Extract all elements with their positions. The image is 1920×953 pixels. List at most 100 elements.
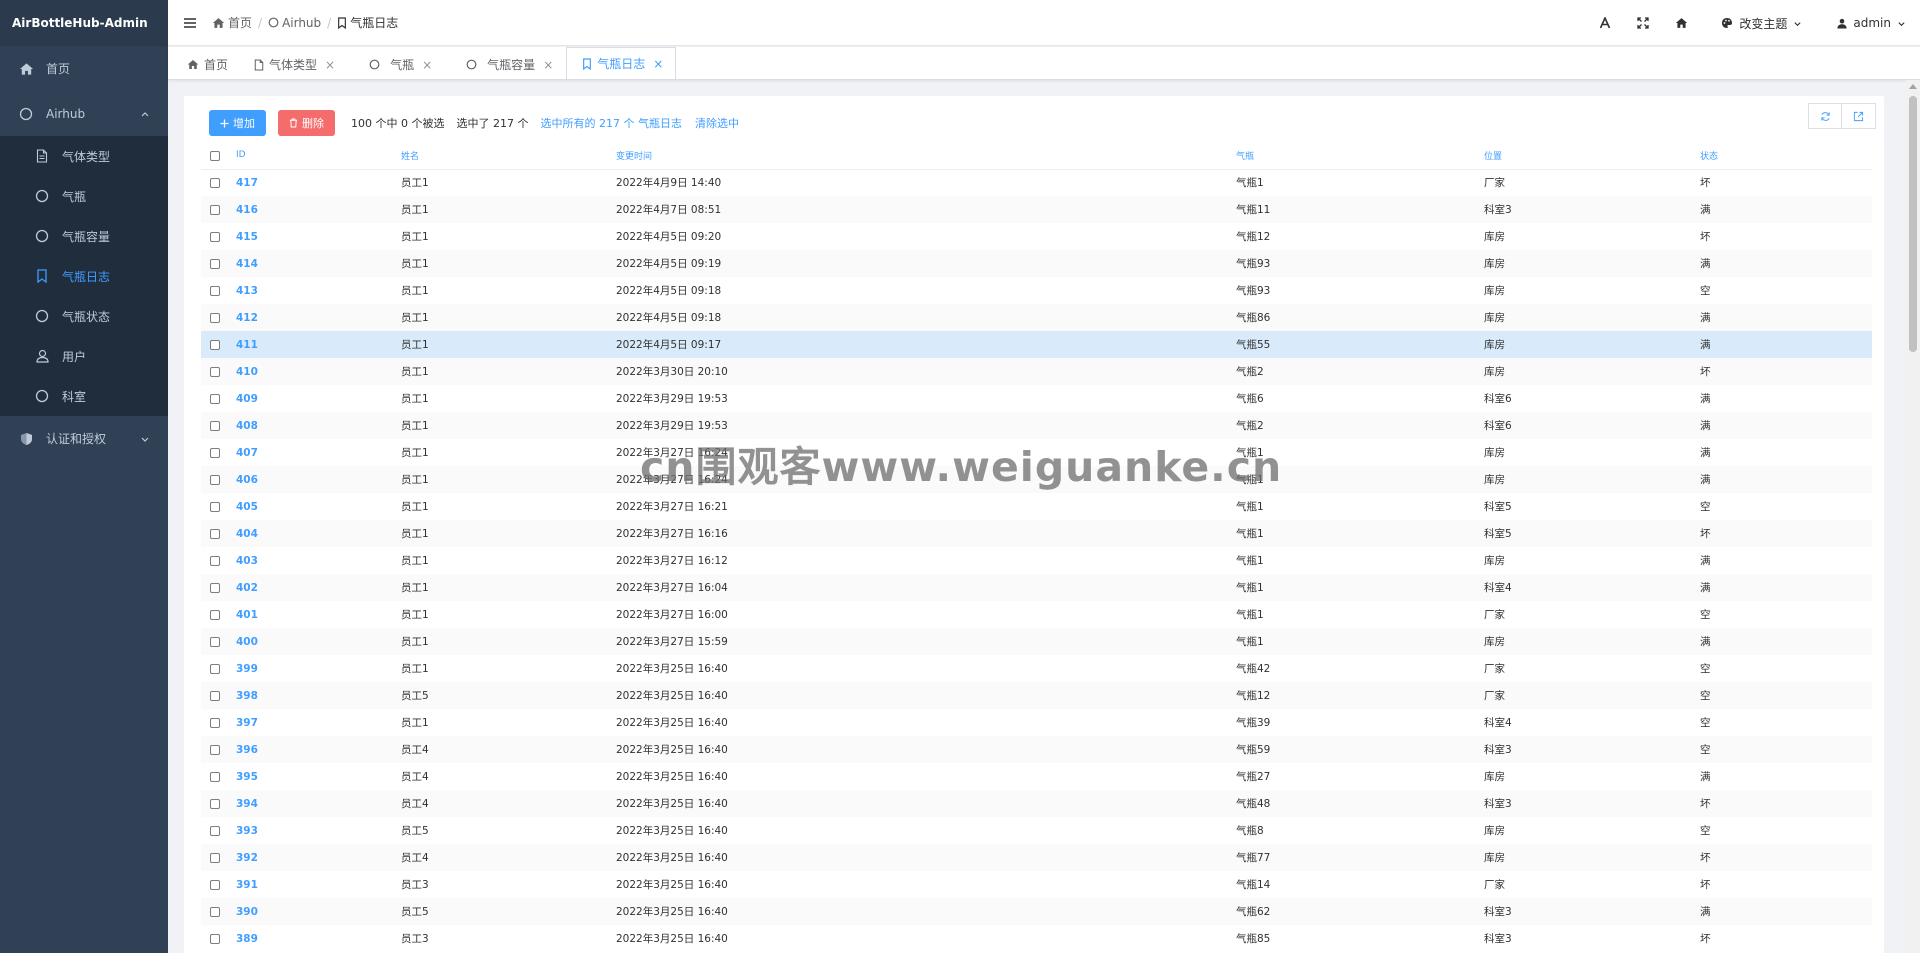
row-checkbox[interactable] (210, 285, 220, 296)
close-icon[interactable]: × (543, 58, 553, 72)
table-row[interactable]: 409 员工1 2022年3月29日 19:53 气瓶6 科室6 满 (201, 385, 1872, 412)
row-checkbox[interactable] (210, 339, 220, 350)
cell-id[interactable]: 415 (227, 223, 392, 250)
row-checkbox[interactable] (210, 366, 220, 377)
theme-dropdown[interactable]: 改变主题 (1701, 0, 1824, 46)
table-row[interactable]: 406 员工1 2022年3月27日 16:24 气瓶1 库房满 (201, 466, 1872, 493)
user-dropdown[interactable]: admin (1824, 0, 1920, 46)
table-row[interactable]: 402 员工1 2022年3月27日 16:04 气瓶1 科室4 满 (201, 574, 1872, 601)
cell-id[interactable]: 391 (227, 871, 392, 898)
row-checkbox[interactable] (210, 177, 220, 188)
table-row[interactable]: 407 员工1 2022年3月27日 16:24 气瓶1 库房 满 (201, 439, 1872, 466)
row-checkbox[interactable] (210, 258, 220, 269)
column-header-id[interactable]: ID (227, 142, 392, 170)
cell-id[interactable]: 389 (227, 925, 392, 952)
cell-id[interactable]: 392 (227, 844, 392, 871)
close-icon[interactable]: × (325, 58, 335, 72)
table-row[interactable]: 416 员工1 2022年4月7日 08:51 气瓶11 科室3 满 (201, 196, 1872, 223)
tab-home[interactable]: 首页 (174, 49, 241, 79)
row-checkbox[interactable] (210, 879, 220, 890)
sidebar-item-user[interactable]: 用户 (0, 336, 168, 376)
row-checkbox[interactable] (210, 501, 220, 512)
cell-id[interactable]: 404 (227, 520, 392, 547)
cell-id[interactable]: 403 (227, 547, 392, 574)
table-row[interactable]: 393 员工5 2022年3月25日 16:40 气瓶8 库房 空 (201, 817, 1872, 844)
sidebar-item-bottle-log[interactable]: 气瓶日志 (0, 256, 168, 296)
cell-id[interactable]: 408 (227, 412, 392, 439)
font-size-button[interactable] (1586, 0, 1624, 46)
close-icon[interactable]: × (653, 57, 663, 71)
table-row[interactable]: 403 员工1 2022年3月27日 16:12 气瓶1 库房 满 (201, 547, 1872, 574)
row-checkbox[interactable] (210, 582, 220, 593)
row-checkbox[interactable] (210, 852, 220, 863)
select-all-checkbox[interactable] (210, 150, 220, 161)
add-button[interactable]: 增加 (209, 110, 266, 136)
cell-id[interactable]: 405 (227, 493, 392, 520)
column-header-location[interactable]: 位置 (1475, 142, 1691, 170)
select-all-link[interactable]: 选中所有的 217 个 气瓶日志 (540, 115, 682, 131)
tab-gas-type[interactable]: 气体类型 × (241, 49, 348, 79)
table-row[interactable]: 405 员工1 2022年3月27日 16:21 气瓶1 科室5 空 (201, 493, 1872, 520)
row-checkbox[interactable] (210, 717, 220, 728)
cell-id[interactable]: 410 (227, 358, 392, 385)
sidebar-item-auth[interactable]: 认证和授权 (0, 416, 168, 461)
cell-id[interactable]: 407 (227, 439, 392, 466)
table-row[interactable]: 412 员工1 2022年4月5日 09:18 气瓶86 库房满 (201, 304, 1872, 331)
row-checkbox[interactable] (210, 231, 220, 242)
sidebar-item-airhub[interactable]: Airhub (0, 91, 168, 136)
cell-id[interactable]: 398 (227, 682, 392, 709)
cell-id[interactable]: 395 (227, 763, 392, 790)
column-header-change-time[interactable]: 变更时间 (607, 142, 1227, 170)
home-button[interactable] (1662, 0, 1701, 46)
row-checkbox[interactable] (210, 663, 220, 674)
table-row[interactable]: 401 员工1 2022年3月27日 16:00 气瓶1 厂家 空 (201, 601, 1872, 628)
table-row[interactable]: 392 员工4 2022年3月25日 16:40 气瓶77 库房坏 (201, 844, 1872, 871)
row-checkbox[interactable] (210, 555, 220, 566)
sidebar-item-department[interactable]: 科室 (0, 376, 168, 416)
cell-id[interactable]: 416 (227, 196, 392, 223)
cell-id[interactable]: 411 (227, 331, 392, 358)
table-row[interactable]: 417 员工1 2022年4月9日 14:40 气瓶1 厂家 坏 (201, 169, 1872, 196)
cell-id[interactable]: 406 (227, 466, 392, 493)
page-scrollbar[interactable] (1906, 80, 1920, 953)
row-checkbox[interactable] (210, 204, 220, 215)
row-checkbox[interactable] (210, 771, 220, 782)
delete-button[interactable]: 删除 (278, 110, 335, 136)
cell-id[interactable]: 396 (227, 736, 392, 763)
table-row[interactable]: 389 员工3 2022年3月25日 16:40 气瓶85 科室3 坏 (201, 925, 1872, 952)
row-checkbox[interactable] (210, 825, 220, 836)
table-row[interactable]: 390 员工5 2022年3月25日 16:40 气瓶62 科室3 满 (201, 898, 1872, 925)
cell-id[interactable]: 414 (227, 250, 392, 277)
table-row[interactable]: 399 员工1 2022年3月25日 16:40 气瓶42 厂家 空 (201, 655, 1872, 682)
table-row[interactable]: 413 员工1 2022年4月5日 09:18 气瓶93 库房 空 (201, 277, 1872, 304)
sidebar-item-gas-type[interactable]: 气体类型 (0, 136, 168, 176)
clear-selection-link[interactable]: 清除选中 (695, 115, 739, 131)
sidebar-item-bottle[interactable]: 气瓶 (0, 176, 168, 216)
column-header-bottle[interactable]: 气瓶 (1227, 142, 1475, 170)
row-checkbox[interactable] (210, 744, 220, 755)
table-row[interactable]: 410 员工1 2022年3月30日 20:10 气瓶2 库房坏 (201, 358, 1872, 385)
cell-id[interactable]: 397 (227, 709, 392, 736)
table-row[interactable]: 395 员工4 2022年3月25日 16:40 气瓶27 库房 满 (201, 763, 1872, 790)
row-checkbox[interactable] (210, 906, 220, 917)
sidebar-item-bottle-status[interactable]: 气瓶状态 (0, 296, 168, 336)
export-button[interactable] (1842, 103, 1876, 129)
column-header-status[interactable]: 状态 (1691, 142, 1872, 170)
row-checkbox[interactable] (210, 474, 220, 485)
cell-id[interactable]: 399 (227, 655, 392, 682)
app-title[interactable]: AirBottleHub-Admin (0, 0, 168, 46)
cell-id[interactable]: 394 (227, 790, 392, 817)
tab-bottle-log[interactable]: 气瓶日志 × (566, 47, 677, 79)
hamburger-button[interactable] (168, 0, 212, 46)
row-checkbox[interactable] (210, 609, 220, 620)
tab-bottle[interactable]: 气瓶 × (348, 49, 445, 79)
sidebar-item-home[interactable]: 首页 (0, 46, 168, 91)
breadcrumb-home[interactable]: 首页 (212, 14, 252, 31)
sidebar-item-bottle-capacity[interactable]: 气瓶容量 (0, 216, 168, 256)
table-row[interactable]: 411 员工1 2022年4月5日 09:17 气瓶55 库房满 (201, 331, 1872, 358)
cell-id[interactable]: 417 (227, 169, 392, 196)
column-header-name[interactable]: 姓名 (392, 142, 607, 170)
refresh-button[interactable] (1808, 103, 1842, 129)
row-checkbox[interactable] (210, 447, 220, 458)
scroll-up-arrow-icon[interactable] (1909, 84, 1917, 89)
